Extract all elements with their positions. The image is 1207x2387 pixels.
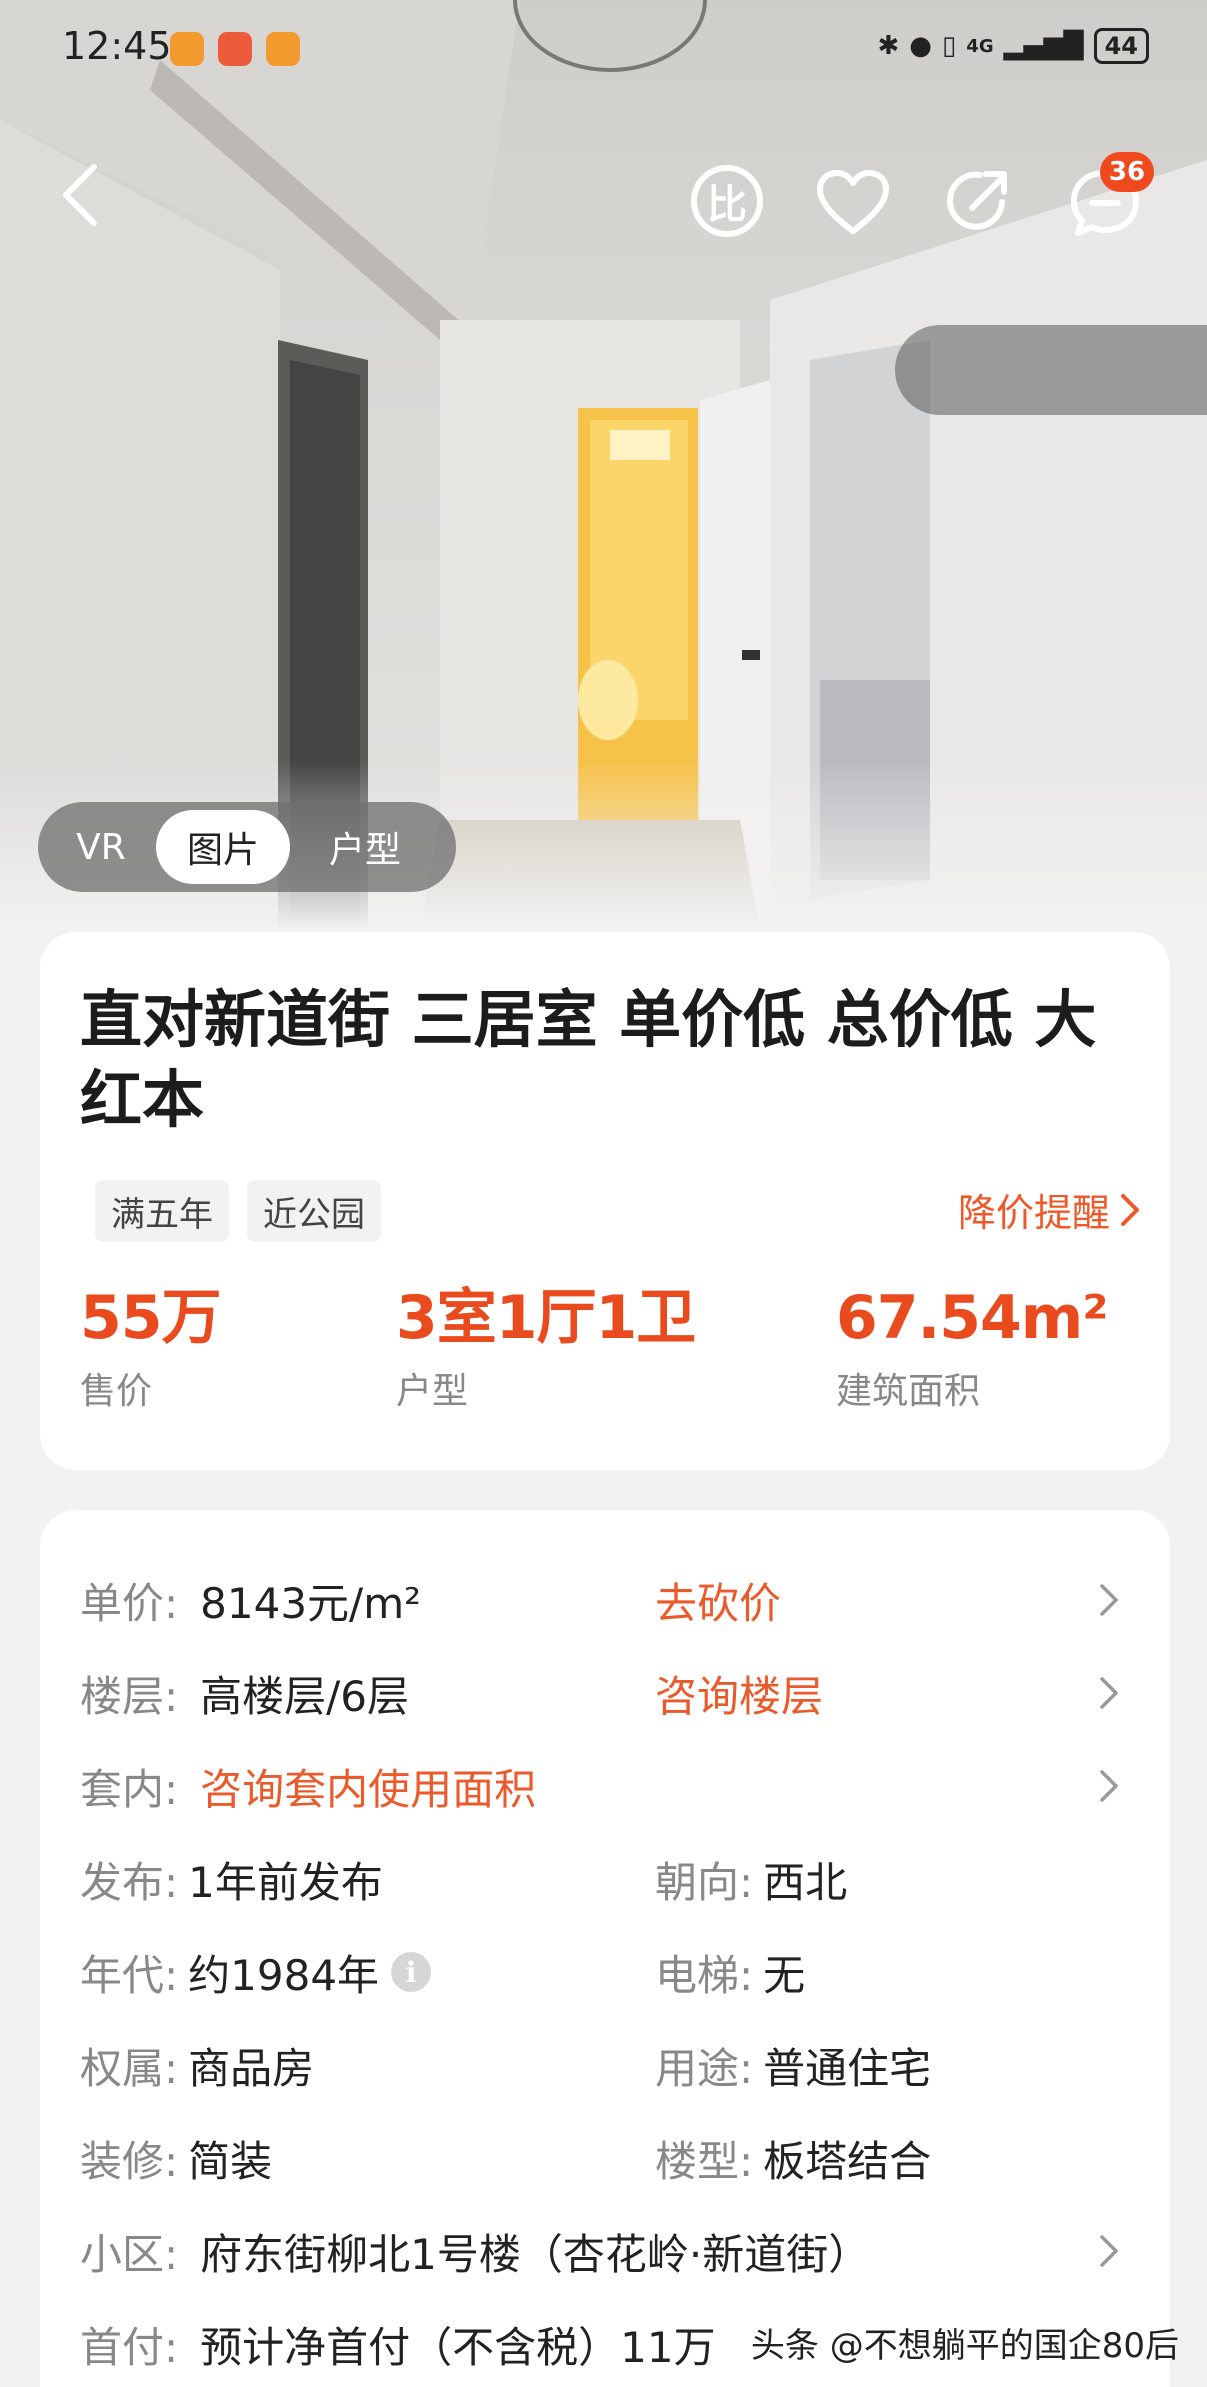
listing-details-card: 单价: 8143元/m² 去砍价 楼层: 高楼层/6层 咨询楼层 套内: 咨询套… — [40, 1510, 1170, 2387]
inner-area-inquiry-link[interactable]: 咨询套内使用面积 — [200, 1756, 536, 1817]
stat-label: 建筑面积 — [836, 1371, 981, 1412]
status-indicators: ✱ ● ▯ 4G ▂▄▆█ 44 — [877, 28, 1149, 64]
status-bar: 12:45 ✱ ● ▯ 4G ▂▄▆█ 44 — [0, 0, 1207, 100]
stat-area: 67.54m² 建筑面积 — [836, 1282, 1109, 1414]
stat-price: 55万 售价 — [80, 1282, 221, 1414]
share-button[interactable] — [942, 164, 1016, 238]
listing-summary-card: 直对新道街 三居室 单价低 总价低 大红本 满五年 近公园 降价提醒 55万 售… — [40, 932, 1170, 1470]
tag-item: 近公园 — [247, 1180, 381, 1242]
chevron-right-icon — [1121, 1193, 1139, 1226]
detail-label: 朝向: — [655, 1857, 754, 1907]
app-notification-icon — [218, 32, 252, 66]
chevron-left-icon — [63, 164, 97, 226]
detail-building-type: 楼型: 板塔结合 — [655, 2128, 931, 2189]
detail-value: 预计净首付（不含税）11万 — [200, 2322, 716, 2372]
floor-inquiry-link[interactable]: 咨询楼层 — [655, 1663, 823, 1724]
tag-item: 满五年 — [95, 1180, 229, 1242]
detail-row-unit-price[interactable]: 单价: 8143元/m² 去砍价 — [80, 1560, 1130, 1640]
chevron-right-icon — [1100, 1770, 1118, 1802]
detail-value: 府东街柳北1号楼（杏花岭·新道街） — [200, 2229, 871, 2279]
chevron-right-icon — [1100, 1584, 1118, 1616]
tab-photos[interactable]: 图片 — [156, 810, 290, 884]
detail-value: 8143元/m² — [200, 1578, 421, 1628]
detail-label: 单价: — [80, 1578, 179, 1628]
price-alert-link[interactable]: 降价提醒 — [958, 1182, 1140, 1237]
battery-indicator: 44 — [1093, 28, 1149, 64]
location-icon: ● — [909, 31, 932, 61]
detail-value: 高楼层/6层 — [200, 1671, 410, 1721]
listing-photo[interactable] — [0, 0, 1207, 930]
detail-label: 发布: — [80, 1857, 179, 1907]
listing-title: 直对新道街 三居室 单价低 总价低 大红本 — [80, 983, 1097, 1136]
bargain-link[interactable]: 去砍价 — [655, 1570, 781, 1631]
detail-value: 板塔结合 — [763, 2136, 932, 2186]
detail-label: 装修: — [80, 2136, 179, 2186]
floating-pill[interactable] — [895, 325, 1207, 415]
detail-value: 西北 — [763, 1857, 848, 1907]
bluetooth-icon: ✱ — [877, 31, 900, 61]
tab-vr[interactable]: VR — [46, 810, 156, 884]
detail-row-ownership: 权属: 商品房 用途: 普通住宅 — [80, 2025, 1130, 2105]
stat-label: 户型 — [396, 1371, 469, 1412]
share-icon — [947, 171, 1007, 230]
detail-row-community[interactable]: 小区: 府东街柳北1号楼（杏花岭·新道街） — [80, 2211, 1130, 2291]
favorite-button[interactable] — [816, 166, 890, 240]
stat-layout: 3室1厅1卫 户型 — [396, 1282, 696, 1414]
watermark: 头条 @不想躺平的国企80后 — [750, 2326, 1179, 2366]
detail-row-year: 年代: 约1984年 i 电梯: 无 — [80, 1932, 1130, 2012]
detail-elevator: 电梯: 无 — [655, 1942, 805, 2003]
app-notification-icon — [170, 32, 204, 66]
back-button[interactable] — [50, 160, 110, 230]
detail-label: 小区: — [80, 2229, 179, 2279]
detail-label: 楼层: — [80, 1671, 179, 1721]
stat-value: 3室1厅1卫 — [396, 1283, 696, 1353]
detail-label: 年代: — [80, 1950, 179, 2000]
media-tab-bar: VR 图片 户型 — [38, 802, 456, 892]
detail-row-floor[interactable]: 楼层: 高楼层/6层 咨询楼层 — [80, 1653, 1130, 1733]
detail-value: 无 — [763, 1950, 806, 2000]
app-notification-icon — [266, 32, 300, 66]
detail-orientation: 朝向: 西北 — [655, 1849, 847, 1910]
stat-value: 55万 — [80, 1283, 221, 1353]
chevron-right-icon — [1100, 1677, 1118, 1709]
tab-floorplan[interactable]: 户型 — [290, 810, 440, 884]
detail-value: 约1984年 — [188, 1950, 380, 2000]
signal-icon: ▂▄▆█ — [1003, 31, 1084, 61]
message-count-badge: 36 — [1100, 152, 1154, 192]
detail-value: 普通住宅 — [763, 2043, 932, 2093]
stat-value: 67.54m² — [836, 1283, 1109, 1353]
network-label: 4G — [966, 35, 994, 57]
compare-label: 比 — [707, 182, 747, 228]
detail-row-published: 发布: 1年前发布 朝向: 西北 — [80, 1839, 1130, 1919]
detail-label: 套内: — [80, 1764, 179, 1814]
vibrate-icon: ▯ — [941, 31, 957, 61]
price-alert-label: 降价提醒 — [957, 1191, 1110, 1235]
detail-label: 用途: — [655, 2043, 754, 2093]
detail-value: 商品房 — [188, 2043, 315, 2093]
stat-label: 售价 — [80, 1371, 153, 1412]
detail-value: 1年前发布 — [188, 1857, 383, 1907]
detail-value: 简装 — [188, 2136, 273, 2186]
detail-usage: 用途: 普通住宅 — [655, 2035, 931, 2096]
compare-button[interactable]: 比 — [690, 164, 764, 238]
detail-row-decoration: 装修: 简装 楼型: 板塔结合 — [80, 2118, 1130, 2198]
detail-label: 电梯: — [655, 1950, 754, 2000]
detail-row-inner-area[interactable]: 套内: 咨询套内使用面积 — [80, 1746, 1130, 1826]
heart-icon — [817, 170, 889, 234]
listing-tags: 满五年 近公园 — [95, 1180, 381, 1242]
detail-label: 楼型: — [655, 2136, 754, 2186]
status-time: 12:45 — [62, 24, 172, 68]
detail-label: 首付: — [80, 2322, 179, 2372]
info-icon[interactable]: i — [391, 1952, 432, 1992]
detail-label: 权属: — [80, 2043, 179, 2093]
chevron-right-icon — [1100, 2235, 1118, 2267]
